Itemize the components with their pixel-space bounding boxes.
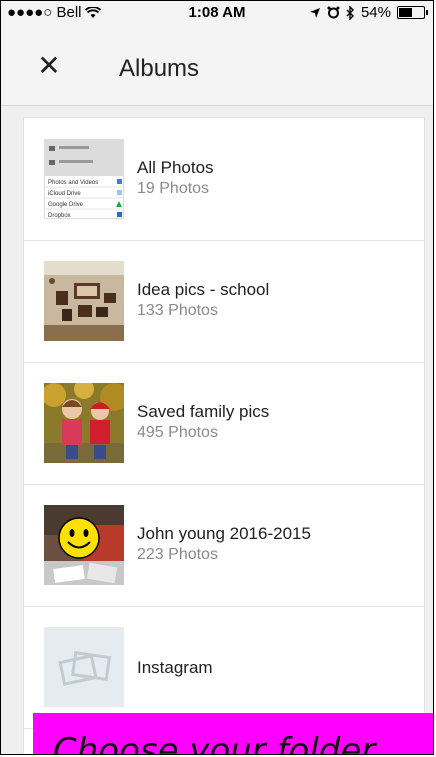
thumb-line: iCloud Drive [48, 191, 81, 197]
album-count: 133 Photos [137, 302, 218, 319]
album-row-idea-pics-school[interactable]: Idea pics - school 133 Photos [24, 240, 424, 363]
album-count: 495 Photos [137, 424, 218, 441]
album-name: Instagram [137, 658, 213, 677]
album-row-saved-family-pics[interactable]: Saved family pics 495 Photos [24, 362, 424, 485]
smiley-icon [58, 517, 100, 559]
status-bar: ●●●●○ Bell 1:08 AM 54% [1, 1, 433, 25]
thumb-line: Photos and Videos [48, 180, 98, 186]
status-right: 54% [309, 4, 428, 21]
album-thumbnail: Photos and Videos iCloud Drive Google Dr… [44, 139, 124, 219]
page-title: Albums [119, 55, 200, 82]
album-name: Saved family pics [137, 402, 270, 421]
album-text: Idea pics - school 133 Photos [137, 280, 269, 320]
album-name: Idea pics - school [137, 280, 270, 299]
kid-smiley-thumb [44, 505, 124, 585]
close-icon[interactable]: ✕ [33, 50, 65, 82]
alarm-icon [327, 6, 340, 19]
album-name: All Photos [137, 158, 214, 177]
album-text: Instagram [137, 658, 213, 678]
instruction-banner: Choose your folder [33, 713, 433, 755]
battery-fill [399, 8, 412, 17]
album-count: 223 Photos [137, 546, 218, 563]
battery-percent: 54% [360, 4, 391, 21]
album-text: All Photos 19 Photos [137, 158, 214, 198]
kids-autumn-thumb [44, 383, 124, 463]
thumb-line: Dropbox [48, 213, 71, 219]
album-list: Photos and Videos iCloud Drive Google Dr… [23, 117, 425, 754]
album-thumbnail [44, 383, 124, 463]
album-count: 19 Photos [137, 180, 210, 197]
album-text: John young 2016-2015 223 Photos [137, 524, 311, 564]
app-bar: ✕ Albums [1, 25, 433, 106]
album-name: John young 2016-2015 [137, 524, 311, 543]
bluetooth-icon [346, 5, 354, 20]
battery-icon [397, 6, 428, 19]
album-thumbnail [44, 627, 124, 707]
location-arrow-icon [309, 7, 320, 18]
phone-frame: ●●●●○ Bell 1:08 AM 54% ✕ Albums Photos a… [0, 0, 434, 755]
placeholder-thumb [44, 627, 124, 707]
wall-frames-thumb [44, 261, 124, 341]
album-text: Saved family pics 495 Photos [137, 402, 269, 442]
album-row-all-photos[interactable]: Photos and Videos iCloud Drive Google Dr… [24, 118, 424, 241]
album-row-instagram[interactable]: Instagram [24, 606, 424, 729]
album-thumbnail [44, 505, 124, 585]
thumb-line: Google Drive [48, 202, 84, 208]
banner-text: Choose your folder [53, 731, 376, 755]
album-thumbnail [44, 261, 124, 341]
album-row-john-young[interactable]: John young 2016-2015 223 Photos [24, 484, 424, 607]
screenshot-thumb: Photos and Videos iCloud Drive Google Dr… [45, 140, 123, 219]
